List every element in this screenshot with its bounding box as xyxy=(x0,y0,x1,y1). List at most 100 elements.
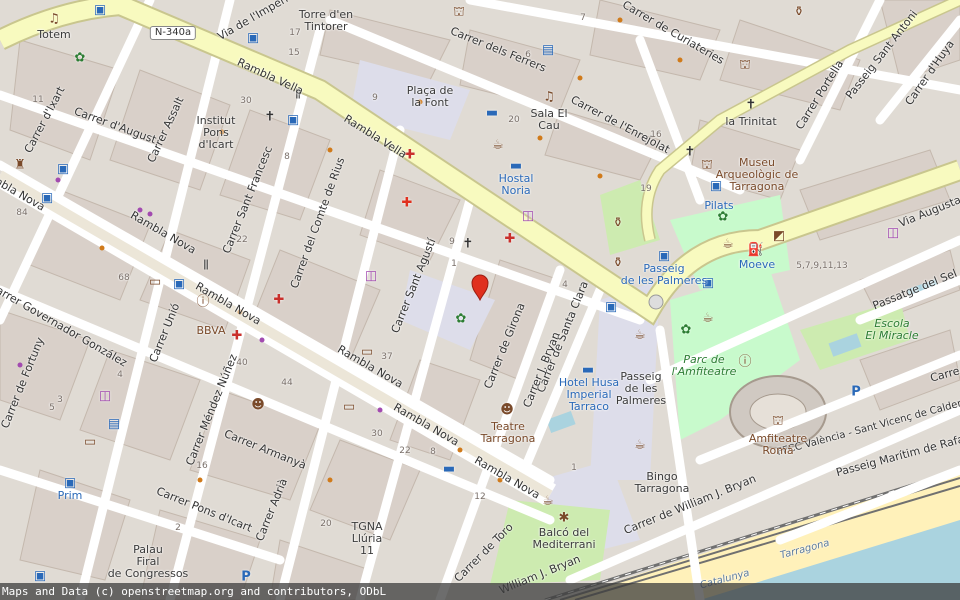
house-number: 15 xyxy=(288,48,300,58)
house-number: 3 xyxy=(57,395,63,405)
place-label-la-trinitat: la Trinitat xyxy=(725,115,777,128)
church-small-icon[interactable]: ✝ xyxy=(685,146,696,159)
house-number: 6 xyxy=(525,50,531,60)
house-number: 84 xyxy=(16,208,28,218)
house-number: 1 xyxy=(451,259,457,269)
bus-stop-icon[interactable]: ▣ xyxy=(34,570,46,583)
house-number: 8 xyxy=(430,447,436,457)
house-number: 4 xyxy=(562,280,568,290)
shop-icon[interactable]: ◫ xyxy=(365,270,377,283)
shop-icon[interactable]: ◫ xyxy=(522,210,534,223)
place-label-amfiteatre: Amfiteatre Romà xyxy=(748,432,808,457)
archaeology-icon[interactable]: ⚱ xyxy=(794,6,805,19)
house-number: 9 xyxy=(372,93,378,103)
school-icon[interactable]: ▤ xyxy=(542,44,554,57)
amphitheatre-icon[interactable]: ⛫ xyxy=(772,415,784,428)
map-attribution[interactable]: Maps and Data (c) openstreetmap.org and … xyxy=(0,583,960,600)
place-label-balco: Balcó del Mediterrani xyxy=(532,526,596,551)
place-label-prim: Prim xyxy=(57,489,83,502)
place-label-bingo: Bingo Tarragona xyxy=(634,470,690,495)
archaeology-icon[interactable]: ⚱ xyxy=(613,217,624,230)
parking-icon[interactable]: P xyxy=(851,386,861,399)
bank-icon[interactable]: ▭ xyxy=(84,436,96,449)
house-number: 11 xyxy=(32,95,44,105)
hotel-icon[interactable]: ▬ xyxy=(582,364,594,377)
bank-icon[interactable]: ▭ xyxy=(343,401,355,414)
hotel-icon[interactable]: ▬ xyxy=(510,160,522,173)
theatre-icon[interactable]: ☻ xyxy=(251,399,265,412)
bank-icon[interactable]: ▭ xyxy=(149,276,161,289)
theatre-icon[interactable]: ☻ xyxy=(500,404,514,417)
house-number: 20 xyxy=(508,115,520,125)
dog-park-icon[interactable]: ✿ xyxy=(718,211,729,224)
bus-stop-icon[interactable]: ▣ xyxy=(173,278,185,291)
church-sant-agusti-icon[interactable]: ✝ xyxy=(463,238,474,251)
bus-stop-icon[interactable]: ▣ xyxy=(605,301,617,314)
place-label-institut: Institut Pons d'Icart xyxy=(196,114,236,151)
house-number: 20 xyxy=(320,519,332,529)
house-number: 30 xyxy=(240,96,252,106)
place-label-parc-amfiteatre: Parc de l'Amfiteatre xyxy=(671,353,737,378)
pharmacy-icon[interactable]: ✚ xyxy=(402,197,413,210)
place-label-totem: Totem xyxy=(37,28,71,41)
place-label-hostal-noria: Hostal Noria xyxy=(498,172,534,197)
house-number: 16 xyxy=(650,130,662,140)
cafe-icon[interactable]: ☕ xyxy=(492,139,504,152)
bus-stop-icon[interactable]: ▣ xyxy=(287,114,299,127)
museum-icon[interactable]: ⛫ xyxy=(739,59,751,72)
museum-icon[interactable]: ⛫ xyxy=(453,6,465,19)
place-label-tgna: TGNA Llúria 11 xyxy=(351,520,383,557)
school-icon[interactable]: ▤ xyxy=(108,418,120,431)
viewpoint-icon[interactable]: ✱ xyxy=(559,512,570,525)
place-label-sala-el-cau: Sala El Cau xyxy=(530,107,568,132)
info-icon[interactable]: ⓘ xyxy=(738,356,751,369)
house-number: 30 xyxy=(371,429,383,439)
shop-icon[interactable]: ◫ xyxy=(887,227,899,240)
cafe-icon[interactable]: ☕ xyxy=(702,312,714,325)
playground-icon: ✿ xyxy=(680,322,692,338)
cafe-icon[interactable]: ☕ xyxy=(542,495,554,508)
church-trinitat-icon[interactable]: ✝ xyxy=(746,99,757,112)
hotel-icon[interactable]: ▬ xyxy=(443,463,455,476)
bus-stop-icon[interactable]: ▣ xyxy=(658,250,670,263)
parking-icon[interactable]: P xyxy=(241,571,251,584)
roundabout xyxy=(648,294,664,310)
pharmacy-icon[interactable]: ✚ xyxy=(505,233,516,246)
fuel-station-icon[interactable]: ⛽ xyxy=(748,244,764,257)
music-venue-icon[interactable]: ♫ xyxy=(543,91,555,104)
art-gallery-icon[interactable]: ◩ xyxy=(773,230,785,243)
bus-stop-icon[interactable]: ▣ xyxy=(94,4,106,17)
church-icon[interactable]: ✝ xyxy=(265,111,276,124)
traffic-signals-icon: ⦀ xyxy=(203,258,209,274)
monument-icon[interactable]: ♜ xyxy=(14,159,26,172)
place-label-moeve: Moeve xyxy=(738,258,776,271)
museum-icon[interactable]: ⛫ xyxy=(701,159,713,172)
place-label-passeig-palmeres-stop: Passeig de les Palmeres xyxy=(620,262,708,287)
road-ref-n340a: N-340a xyxy=(149,26,197,40)
place-label-hotel-husa: Hotel Husa Imperial Tarraco xyxy=(558,376,620,413)
cafe-icon[interactable]: ☕ xyxy=(634,329,646,342)
house-number: 16 xyxy=(196,461,208,471)
place-label-palau: Palau Firal de Congressos xyxy=(107,543,189,580)
pharmacy-icon[interactable]: ✚ xyxy=(274,294,285,307)
hotel-icon[interactable]: ▬ xyxy=(486,107,498,120)
house-number: 4 xyxy=(117,370,123,380)
pharmacy-icon[interactable]: ✚ xyxy=(232,330,243,343)
place-label-placa-font: Plaça de la Font xyxy=(406,84,454,109)
house-number: 44 xyxy=(281,378,293,388)
house-number: 1 xyxy=(571,463,577,473)
cafe-icon[interactable]: ☕ xyxy=(722,238,734,251)
house-number: 40 xyxy=(236,358,248,368)
bus-stop-icon[interactable]: ▣ xyxy=(247,32,259,45)
map-canvas[interactable]: ♫ ▣ ✿ ✝ ⛫ ▤ ♫ ✝ ✝ ✝ ✚ ✚ ✚ ✚ ✚ ✿ ✿ ⛽ ◩ ✿ … xyxy=(0,0,960,600)
bus-stop-icon[interactable]: ▣ xyxy=(64,477,76,490)
shop-icon[interactable]: ◫ xyxy=(99,390,111,403)
music-icon[interactable]: ♫ xyxy=(48,13,60,26)
bus-stop-icon[interactable]: ▣ xyxy=(57,163,69,176)
house-number: 7 xyxy=(580,13,586,23)
cafe-icon[interactable]: ☕ xyxy=(634,439,646,452)
house-number: 68 xyxy=(118,273,130,283)
place-label-passeig-palmeres: Passeig de les Palmeres xyxy=(615,370,667,407)
house-number: 12 xyxy=(474,492,486,502)
house-number: 5 xyxy=(49,403,55,413)
